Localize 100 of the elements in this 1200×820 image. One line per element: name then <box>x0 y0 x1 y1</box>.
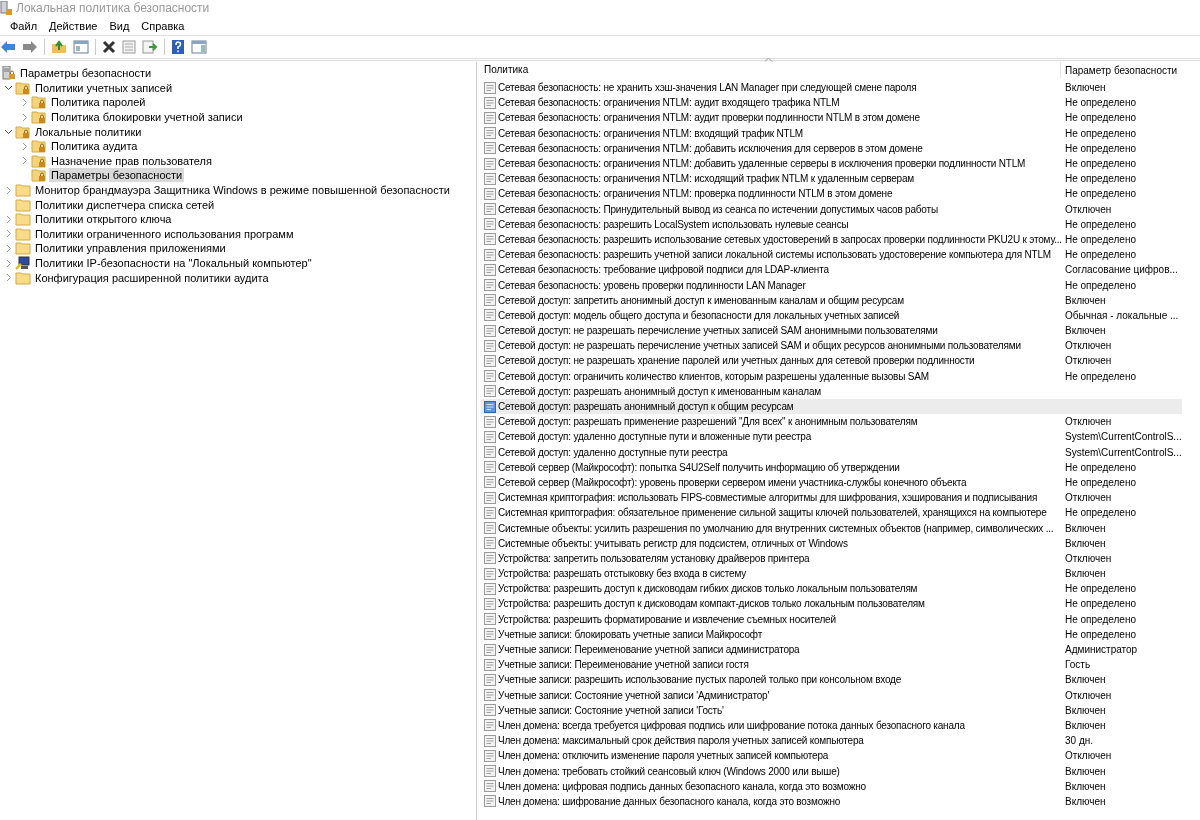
table-row[interactable]: Сетевая безопасность: не хранить хэш-значения LAN Manager при следующей смене пароля Включен <box>481 80 1200 96</box>
back-arrow-icon[interactable] <box>0 40 16 54</box>
tree-item[interactable]: Конфигурация расширенной политики аудита <box>33 270 271 285</box>
table-row[interactable]: Системная криптография: использовать FIPS-совместимые алгоритмы для шифрования, хэширования и подписывания Отключен <box>481 490 1200 506</box>
tree-item[interactable]: Монитор брандмауэра Защитника Windows в режиме повышенной безопасности <box>33 183 452 198</box>
chevron-right-icon[interactable] <box>21 112 28 122</box>
tree-item[interactable]: Политики открытого ключа <box>33 212 174 227</box>
table-row[interactable]: Сетевой доступ: удаленно доступные пути и вложенные пути реестра System\CurrentControlS... <box>481 429 1200 445</box>
table-row[interactable]: Член домена: требовать стойкий сеансовый ключ (Windows 2000 или выше) Включен <box>481 763 1200 779</box>
table-row[interactable]: Сетевой сервер (Майкрософт): уровень проверки сервером имени участника-службы конечного объекта Не определено <box>481 474 1200 491</box>
delete-icon[interactable] <box>102 40 116 54</box>
tree-item[interactable]: Политики учетных записей <box>33 80 175 95</box>
chevron-right-icon[interactable] <box>5 243 12 253</box>
pane-toggle-icon[interactable] <box>73 40 89 54</box>
tree-item[interactable]: Политика аудита <box>49 139 140 154</box>
table-row[interactable]: Сетевая безопасность: ограничения NTLM: добавить исключения для серверов в этом домене Не определено <box>481 140 1200 156</box>
tree-item[interactable]: Параметры безопасности <box>49 168 185 183</box>
tree-item[interactable]: Политики диспетчера списка сетей <box>33 197 217 212</box>
table-row[interactable]: Сетевой доступ: модель общего доступа и безопасности для локальных учетных записей Обычная - локальные ... <box>481 307 1200 323</box>
tree-item[interactable]: Локальные политики <box>33 124 144 139</box>
table-row[interactable]: Сетевой доступ: разрешать анонимный доступ к общим ресурсам <box>481 398 1182 415</box>
chevron-right-icon[interactable] <box>5 229 12 239</box>
menu-item[interactable]: Справка <box>135 19 191 32</box>
table-row[interactable]: Учетные записи: Переименование учетной записи администратора Администратор <box>481 641 1200 658</box>
table-row[interactable]: Устройства: запретить пользователям установку драйверов принтера Отключен <box>481 550 1200 566</box>
table-row[interactable]: Сетевая безопасность: разрешить использование сетевых удостоверений в запросах проверки подлинности PKU2U к этому... Не определено <box>481 231 1200 248</box>
tree-item[interactable]: Политики ограниченного использования программ <box>33 226 296 241</box>
table-row[interactable]: Сетевая безопасность: разрешить учетной записи локальной системы использовать удостоверение компьютера для NTLM Не определено <box>481 247 1200 263</box>
action-pane-icon[interactable] <box>191 40 207 54</box>
table-row[interactable]: Сетевая безопасность: ограничения NTLM: исходящий трафик NTLM к удаленным серверам Не определено <box>481 171 1200 187</box>
table-row[interactable]: Устройства: разрешить доступ к дисководам гибких дисков только локальным пользователям Не определено <box>481 581 1200 597</box>
tree-item[interactable]: Параметры безопасности <box>18 66 154 81</box>
table-row[interactable]: Сетевая безопасность: ограничения NTLM: входящий трафик NTLM Не определено <box>481 125 1200 141</box>
table-row[interactable]: Системная криптография: обязательное применение сильной защиты ключей пользователей, хранящихся на компьютере Не определено <box>481 505 1200 521</box>
policy-icon <box>484 597 496 610</box>
table-row[interactable]: Сетевой доступ: ограничить количество клиентов, которым разрешены удаленные вызовы SAM Не определено <box>481 368 1200 384</box>
policy-name: Сетевой доступ: удаленно доступные пути реестра <box>498 446 728 458</box>
table-row[interactable]: Член домена: отключить изменение пароля учетных записей компьютера Отключен <box>481 748 1200 764</box>
chevron-right-icon[interactable] <box>5 258 12 268</box>
table-row[interactable]: Сетевая безопасность: уровень проверки подлинности LAN Manager Не определено <box>481 277 1200 293</box>
policy-icon <box>484 613 496 626</box>
table-row[interactable]: Системные объекты: усилить разрешения по умолчанию для внутренних системных объектов (например, символических ... Включен <box>481 520 1200 536</box>
policy-name: Учетные записи: Переименование учетной записи гостя <box>498 659 749 671</box>
policy-name: Сетевой доступ: удаленно доступные пути и вложенные пути реестра <box>498 431 812 443</box>
column-header[interactable]: Политика <box>481 62 1061 78</box>
table-row[interactable]: Сетевая безопасность: ограничения NTLM: аудит проверки подлинности NTLM в этом домене Не определено <box>481 110 1200 126</box>
table-row[interactable]: Системные объекты: учитывать регистр для подсистем, отличных от Windows Включен <box>481 535 1200 551</box>
table-row[interactable]: Устройства: разрешить доступ к дисководам компакт-дисков только локальным пользователям Не определено <box>481 596 1200 612</box>
setting-value: Включен <box>1064 764 1107 778</box>
policy-name: Сетевой доступ: модель общего доступа и безопасности для локальных учетных записей <box>498 309 900 321</box>
help-icon[interactable] <box>171 39 185 55</box>
menu-item[interactable]: Вид <box>103 19 136 32</box>
table-row[interactable]: Сетевая безопасность: ограничения NTLM: проверка подлинности NTLM в этом домене Не определено <box>481 186 1200 202</box>
table-row[interactable]: Устройства: разрешить форматирование и извлечение съемных носителей Не определено <box>481 611 1200 627</box>
table-row[interactable]: Член домена: максимальный срок действия пароля учетных записей компьютера 30 дн. <box>481 733 1200 749</box>
table-row[interactable]: Учетные записи: Состояние учетной записи 'Администратор' Отключен <box>481 687 1200 703</box>
table-row[interactable]: Сетевая безопасность: ограничения NTLM: добавить удаленные серверы в исключения проверки подлинности NTLM Не определено <box>481 155 1200 172</box>
table-row[interactable]: Член домена: шифрование данных безопасного канала, когда это возможно Включен <box>481 793 1200 809</box>
table-row[interactable]: Сетевой сервер (Майкрософт): попытка S4U2Self получить информацию об утверждении Не определено <box>481 459 1200 475</box>
table-row[interactable]: Устройства: разрешать отстыковку без входа в систему Включен <box>481 566 1200 582</box>
column-header[interactable]: Параметр безопасности <box>1061 63 1191 77</box>
table-row[interactable]: Член домена: цифровая подпись данных безопасного канала, когда это возможно Включен <box>481 778 1200 794</box>
table-row[interactable]: Учетные записи: Переименование учетной записи гостя Гость <box>481 657 1200 673</box>
chevron-right-icon[interactable] <box>5 185 12 195</box>
table-row[interactable]: Сетевой доступ: не разрешать хранение паролей или учетных данных для сетевой проверки подлинности Отключен <box>481 353 1200 369</box>
tree-item[interactable]: Назначение прав пользователя <box>49 153 214 168</box>
table-row[interactable]: Сетевой доступ: не разрешать перечисление учетных записей SAM и общих ресурсов анонимными пользователями Отключен <box>481 338 1200 354</box>
tree-item[interactable]: Политики управления приложениями <box>33 241 228 256</box>
chevron-right-icon[interactable] <box>21 141 28 151</box>
setting-value: Не определено <box>1064 627 1137 641</box>
table-row[interactable]: Сетевой доступ: разрешать применение разрешений "Для всех" к анонимным пользователям Отключен <box>481 414 1200 430</box>
table-row[interactable]: Сетевой доступ: не разрешать перечисление учетных записей SAM анонимными пользователями Включен <box>481 323 1200 339</box>
table-row[interactable]: Учетные записи: Состояние учетной записи 'Гость' Включен <box>481 702 1200 718</box>
tree-item[interactable]: Политика паролей <box>49 95 148 110</box>
chevron-right-icon[interactable] <box>21 98 28 107</box>
menu-item[interactable]: Действие <box>43 19 104 32</box>
tree-item[interactable]: Политика блокировки учетной записи <box>49 110 245 125</box>
table-row[interactable]: Член домена: всегда требуется цифровая подпись или шифрование потока данных безопасного канала Включен <box>481 717 1200 734</box>
table-row[interactable]: Сетевая безопасность: разрешить LocalSystem использовать нулевые сеансы Не определено <box>481 216 1200 232</box>
chevron-down-icon[interactable] <box>4 128 13 135</box>
table-row[interactable]: Сетевая безопасность: ограничения NTLM: аудит входящего трафика NTLM Не определено <box>481 95 1200 111</box>
chevron-right-icon[interactable] <box>5 273 12 283</box>
table-row[interactable]: Сетевой доступ: запретить анонимный доступ к именованным каналам и общим ресурсам Включен <box>481 292 1200 308</box>
table-row[interactable]: Учетные записи: разрешить использование пустых паролей только при консольном входе Включен <box>481 672 1200 688</box>
table-row[interactable]: Учетные записи: блокировать учетные записи Майкрософт Не определено <box>481 626 1200 642</box>
locked-folder-icon <box>15 124 31 139</box>
table-row[interactable]: Сетевая безопасность: требование цифровой подписи для LDAP-клиента Согласование цифров... <box>481 262 1200 278</box>
folder-up-icon[interactable] <box>51 40 67 54</box>
properties-icon[interactable] <box>122 40 136 54</box>
chevron-down-icon[interactable] <box>4 84 13 91</box>
export-list-icon[interactable] <box>142 40 158 54</box>
menu-item[interactable]: Файл <box>4 19 44 32</box>
table-row[interactable]: Сетевой доступ: разрешать анонимный доступ к именованным каналам <box>481 383 1200 399</box>
table-row[interactable]: Сетевой доступ: удаленно доступные пути реестра System\CurrentControlS... <box>481 444 1200 460</box>
tree-item[interactable]: Политики IP-безопасности на "Локальный компьютер" <box>33 256 314 270</box>
policy-name: Член домена: отключить изменение пароля учетных записей компьютера <box>498 750 829 762</box>
chevron-right-icon[interactable] <box>5 214 12 224</box>
forward-arrow-icon[interactable] <box>22 40 38 54</box>
chevron-right-icon[interactable] <box>21 156 28 166</box>
table-row[interactable]: Сетевая безопасность: Принудительный вывод из сеанса по истечении допустимых часов работы Отключен <box>481 201 1200 217</box>
